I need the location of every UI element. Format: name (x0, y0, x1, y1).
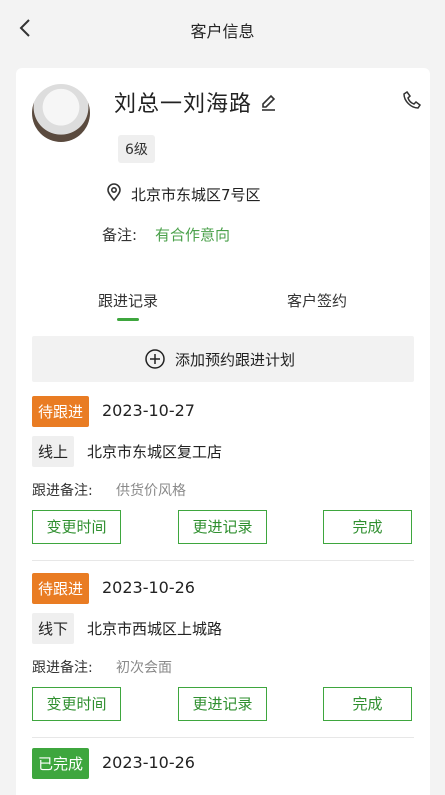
edit-icon[interactable] (259, 92, 279, 112)
status-badge: 已完成 (32, 748, 90, 779)
tab-followup-records[interactable]: 跟进记录 (98, 290, 158, 311)
followup-note-label: 跟进备注: (32, 483, 93, 499)
phone-icon[interactable] (402, 90, 422, 110)
followup-record-button[interactable]: 更进记录 (178, 687, 267, 721)
record-place: 北京市东城区复工店 (87, 443, 223, 461)
note-label: 备注: (102, 226, 138, 244)
mode-tag: 线下 (32, 613, 75, 644)
add-plan-label: 添加预约跟进计划 (175, 351, 296, 369)
status-badge: 待跟进 (32, 396, 90, 427)
complete-button[interactable]: 完成 (323, 510, 412, 544)
followup-note-label: 跟进备注: (32, 660, 93, 676)
add-followup-plan-button[interactable]: 添加预约跟进计划 (32, 336, 414, 382)
top-bar: 客户信息 (0, 0, 445, 56)
note-value: 有合作意向 (155, 226, 231, 244)
followup-record-button[interactable]: 更进记录 (178, 510, 267, 544)
divider (32, 737, 414, 738)
plus-circle-icon (145, 349, 165, 369)
customer-name: 刘总一刘海路 (114, 92, 253, 117)
record-date: 2023-10-26 (102, 753, 195, 772)
change-time-button[interactable]: 变更时间 (32, 687, 121, 721)
complete-button[interactable]: 完成 (323, 687, 412, 721)
followup-note-value: 初次会面 (116, 660, 172, 676)
record-date: 2023-10-27 (102, 401, 195, 420)
mode-tag: 线上 (32, 436, 75, 467)
location-icon (107, 183, 121, 202)
record-date: 2023-10-26 (102, 578, 195, 597)
status-badge: 待跟进 (32, 573, 90, 604)
record-place: 北京市西城区上城路 (87, 620, 223, 638)
divider (32, 560, 414, 561)
followup-record: 待跟进 2023-10-27 线上 北京市东城区复工店 跟进备注: 供货价风格 … (32, 396, 414, 566)
change-time-button[interactable]: 变更时间 (32, 510, 121, 544)
customer-card: 刘总一刘海路 6级 北京市东城区7号区 备注: 有合作意向 跟进记录 客户签约 … (16, 68, 430, 795)
customer-address: 北京市东城区7号区 (131, 186, 261, 204)
avatar (32, 84, 90, 142)
followup-note-value: 供货价风格 (116, 483, 186, 499)
tab-customer-contract[interactable]: 客户签约 (287, 290, 347, 311)
followup-record: 已完成 2023-10-26 (32, 748, 414, 795)
level-badge: 6级 (118, 135, 155, 163)
page-title: 客户信息 (190, 22, 255, 41)
followup-record: 待跟进 2023-10-26 线下 北京市西城区上城路 跟进备注: 初次会面 变… (32, 573, 414, 743)
active-tab-indicator (117, 318, 139, 321)
